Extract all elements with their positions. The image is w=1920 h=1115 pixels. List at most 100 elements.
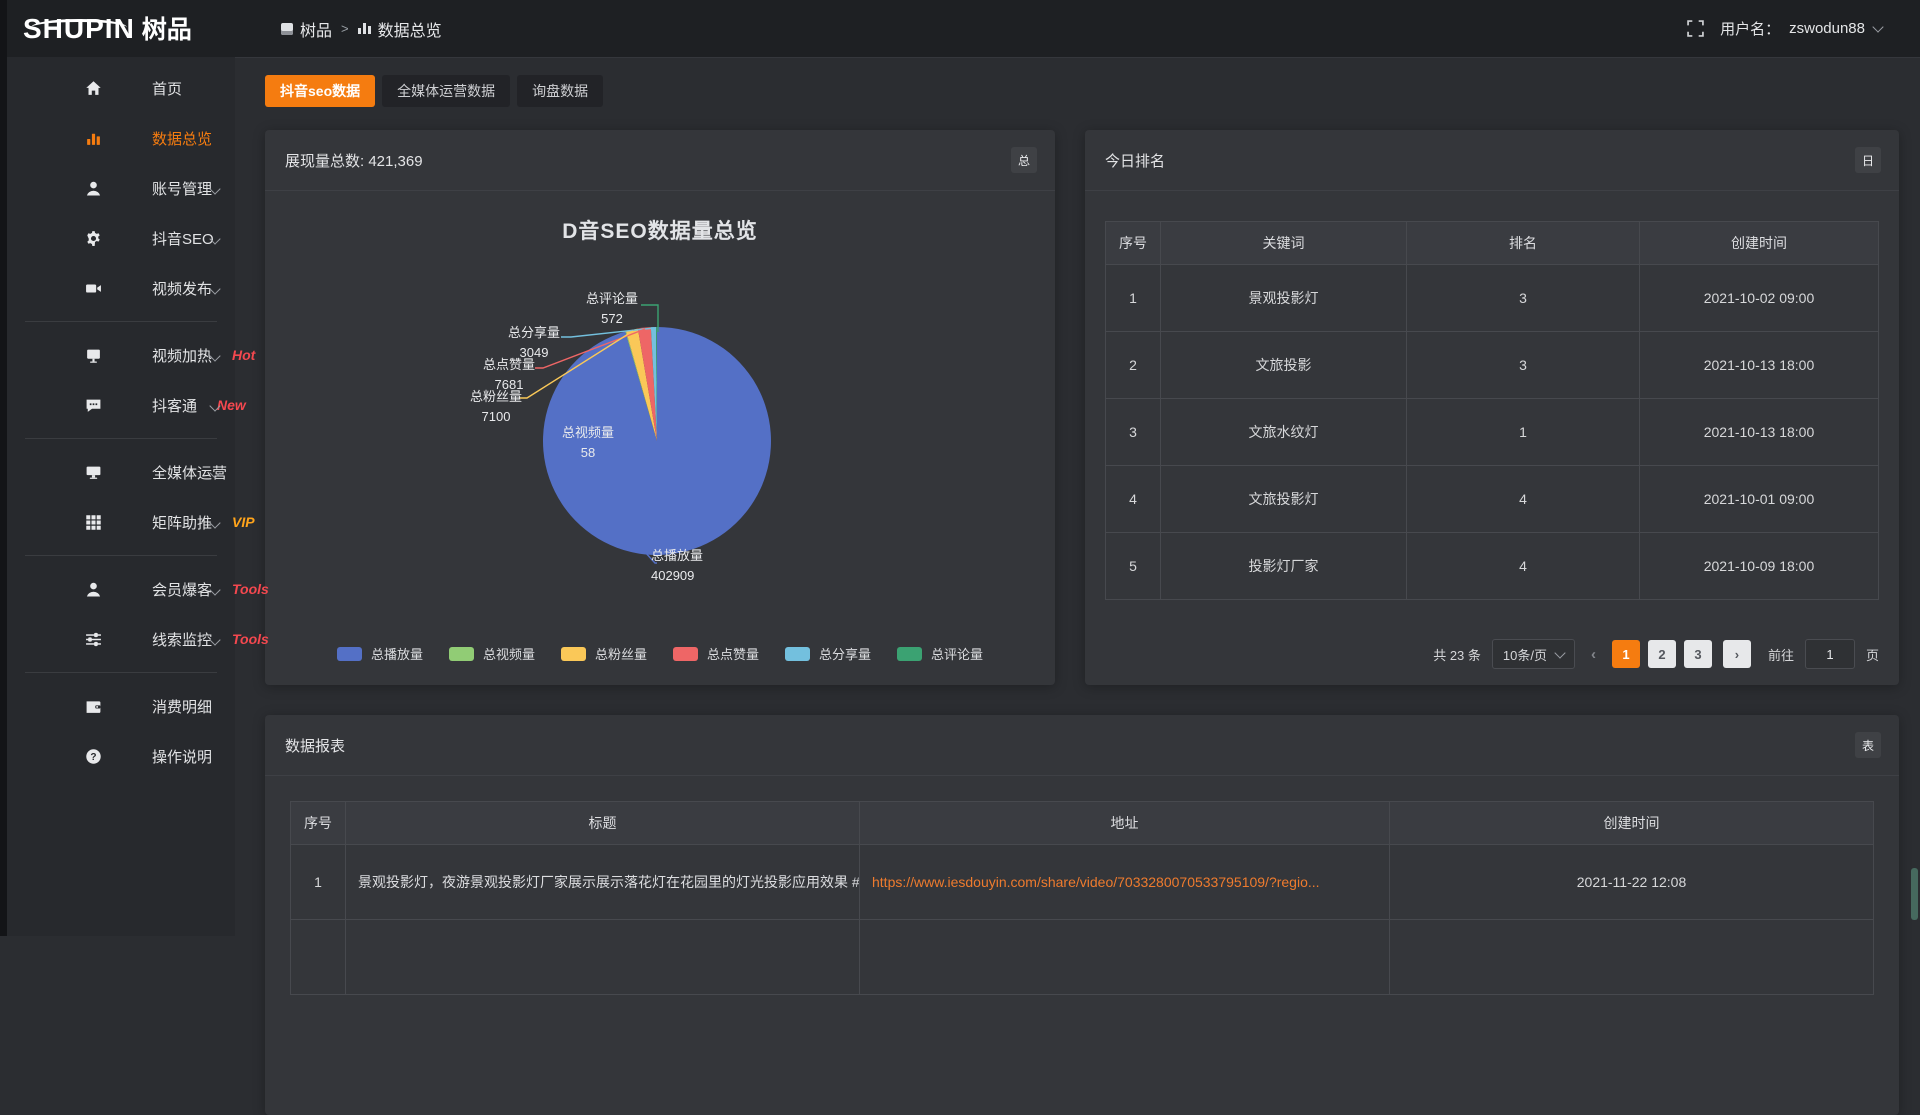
sidebar-item-2[interactable]: 数据总览	[7, 113, 235, 163]
header-divider	[235, 57, 1920, 58]
sidebar-item-badge: VIP	[232, 514, 255, 530]
pie-label-comments: 总评论量572	[586, 289, 638, 328]
ranking-column-header: 序号	[1106, 222, 1161, 265]
today-ranking-panel: 今日排名 日 序号关键词排名创建时间1景观投影灯32021-10-02 09:0…	[1085, 130, 1899, 685]
sidebar-item-label: 矩阵助推	[152, 512, 212, 533]
svg-text:?: ?	[90, 751, 96, 762]
sidebar-item-8[interactable]: 全媒体运营	[7, 447, 235, 497]
page-buttons: 123	[1612, 640, 1712, 668]
sidebar-item-1[interactable]: 首页	[7, 63, 235, 113]
sidebar-item-5[interactable]: 视频发布	[7, 263, 235, 313]
pie-label-videos: 总视频量58	[548, 423, 628, 462]
data-source-tabs: 抖音seo数据全媒体运营数据询盘数据	[265, 75, 603, 107]
legend-item-总评论量[interactable]: 总评论量	[897, 644, 983, 663]
ranking-cell: 3	[1106, 399, 1161, 466]
logo-arc	[31, 19, 127, 36]
ranking-cell: 文旅投影灯	[1161, 466, 1407, 533]
sidebar-item-badge: Hot	[232, 347, 255, 363]
impressions-total: 展现量总数: 421,369	[285, 150, 423, 171]
breadcrumb-item-current[interactable]: 数据总览	[358, 17, 442, 41]
ranking-table-row[interactable]: 3文旅水纹灯12021-10-13 18:00	[1106, 399, 1879, 466]
ranking-table-row[interactable]: 1景观投影灯32021-10-02 09:00	[1106, 265, 1879, 332]
ranking-cell: 5	[1106, 533, 1161, 600]
grid-icon	[85, 514, 102, 531]
overview-panel-header: 展现量总数: 421,369 总	[265, 130, 1055, 191]
user-menu[interactable]: 用户名：zswodun88	[1720, 18, 1882, 39]
overview-panel: 展现量总数: 421,369 总 D音SEO数据量总览 总评论量572 总分享量…	[265, 130, 1055, 685]
sidebar-item-10[interactable]: 会员爆客Tools	[7, 564, 235, 614]
user-area: 用户名：zswodun88	[1687, 18, 1920, 39]
sidebar-item-11[interactable]: 线索监控Tools	[7, 614, 235, 664]
report-column-header: 地址	[860, 802, 1390, 845]
sidebar-item-3[interactable]: 账号管理	[7, 163, 235, 213]
report-cell-link[interactable]: https://www.iesdouyin.com/share/video/70…	[860, 845, 1390, 920]
legend-item-总分享量[interactable]: 总分享量	[785, 644, 871, 663]
tab-1[interactable]: 抖音seo数据	[265, 75, 375, 107]
app-window-icon	[281, 23, 293, 35]
pie-label-plays: 总播放量402909	[651, 546, 703, 585]
sidebar-divider	[25, 555, 217, 556]
ranking-cell: 2021-10-02 09:00	[1640, 265, 1879, 332]
app-logo[interactable]: SHUPIN 树品	[7, 15, 251, 43]
tab-2[interactable]: 全媒体运营数据	[382, 75, 510, 107]
page-button-2[interactable]: 2	[1648, 640, 1676, 668]
gear-icon	[85, 230, 102, 247]
report-cell-index: 1	[291, 845, 346, 920]
ranking-cell: 3	[1407, 265, 1640, 332]
chart-bars-icon	[85, 130, 102, 147]
legend-item-总粉丝量[interactable]: 总粉丝量	[561, 644, 647, 663]
daily-view-badge[interactable]: 日	[1855, 147, 1881, 173]
ranking-cell: 2021-10-09 18:00	[1640, 533, 1879, 600]
ranking-cell: 1	[1407, 399, 1640, 466]
ranking-table-row[interactable]: 5投影灯厂家42021-10-09 18:00	[1106, 533, 1879, 600]
legend-item-总点赞量[interactable]: 总点赞量	[673, 644, 759, 663]
fullscreen-icon[interactable]	[1687, 20, 1704, 37]
sidebar-item-label: 视频发布	[152, 278, 212, 299]
sidebar-item-badge: Tools	[232, 581, 269, 597]
ranking-table-wrap: 序号关键词排名创建时间1景观投影灯32021-10-02 09:002文旅投影3…	[1085, 191, 1899, 600]
legend-swatch	[337, 647, 362, 661]
report-cell-index	[291, 920, 346, 995]
scrollbar-thumb[interactable]	[1911, 868, 1918, 920]
sidebar-item-badge: New	[217, 397, 246, 413]
sidebar-item-12[interactable]: 消费明细	[7, 681, 235, 731]
sidebar-item-13[interactable]: ?操作说明	[7, 731, 235, 781]
total-view-badge[interactable]: 总	[1011, 147, 1037, 173]
home-icon	[85, 80, 102, 97]
page-button-1[interactable]: 1	[1612, 640, 1640, 668]
logo-text-zh: 树品	[142, 18, 192, 43]
ranking-cell: 3	[1407, 332, 1640, 399]
sidebar-item-label: 消费明细	[152, 696, 212, 717]
sidebar-item-7[interactable]: 抖客通New	[7, 380, 235, 430]
ranking-table-row[interactable]: 4文旅投影灯42021-10-01 09:00	[1106, 466, 1879, 533]
tab-3[interactable]: 询盘数据	[517, 75, 603, 107]
pagination-total: 共 23 条	[1433, 645, 1481, 664]
report-table: 序号标题地址创建时间 1 景观投影灯，夜游景观投影灯厂家展示展示落花灯在花园里的…	[290, 801, 1874, 995]
legend-item-总播放量[interactable]: 总播放量	[337, 644, 423, 663]
sidebar-item-6[interactable]: 视频加热Hot	[7, 330, 235, 380]
monitor-icon	[85, 464, 102, 481]
ranking-cell: 2021-10-13 18:00	[1640, 332, 1879, 399]
report-table-row[interactable]: 1 景观投影灯，夜游景观投影灯厂家展示展示落花灯在花园里的灯光投影应用效果 # …	[291, 845, 1874, 920]
sidebar-item-4[interactable]: 抖音SEO	[7, 213, 235, 263]
chat-icon	[85, 397, 102, 414]
bar-chart-icon	[358, 23, 371, 34]
ranking-cell: 1	[1106, 265, 1161, 332]
prev-page-button[interactable]: ‹	[1586, 646, 1601, 663]
ranking-cell: 景观投影灯	[1161, 265, 1407, 332]
breadcrumb-item-home[interactable]: 树品	[281, 17, 332, 41]
ranking-column-header: 关键词	[1161, 222, 1407, 265]
ranking-panel-title: 今日排名	[1105, 150, 1165, 171]
next-page-button[interactable]: ›	[1723, 640, 1751, 668]
report-table-row[interactable]	[291, 920, 1874, 995]
page-size-select[interactable]: 10条/页	[1492, 639, 1575, 669]
page-button-3[interactable]: 3	[1684, 640, 1712, 668]
goto-page-input[interactable]	[1805, 639, 1855, 669]
sidebar-item-9[interactable]: 矩阵助推VIP	[7, 497, 235, 547]
username: zswodun88	[1789, 20, 1865, 37]
ranking-cell: 4	[1407, 533, 1640, 600]
report-cell-time: 2021-11-22 12:08	[1390, 845, 1874, 920]
ranking-table-row[interactable]: 2文旅投影32021-10-13 18:00	[1106, 332, 1879, 399]
table-view-badge[interactable]: 表	[1855, 732, 1881, 758]
legend-item-总视频量[interactable]: 总视频量	[449, 644, 535, 663]
